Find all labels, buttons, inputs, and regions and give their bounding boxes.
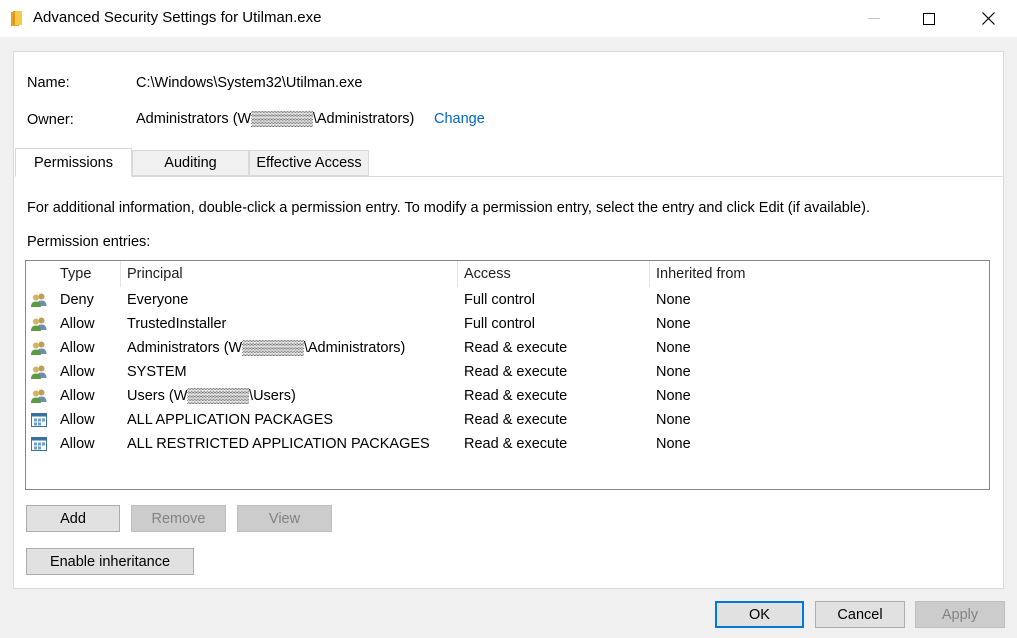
app-package-icon bbox=[30, 412, 48, 428]
inherited-from-cell: None bbox=[656, 412, 691, 428]
table-row[interactable]: Allow Administrators (W▒▒▒▒▒▒\Administrat… bbox=[26, 336, 989, 360]
column-header-type[interactable]: Type bbox=[60, 261, 91, 287]
user-group-icon bbox=[30, 388, 48, 404]
type-cell: Allow bbox=[60, 436, 95, 452]
column-separator[interactable] bbox=[457, 261, 458, 287]
type-cell: Deny bbox=[60, 292, 94, 308]
window-title: Advanced Security Settings for Utilman.e… bbox=[33, 9, 322, 26]
remove-button[interactable]: Remove bbox=[131, 505, 226, 532]
principal-cell: SYSTEM bbox=[127, 364, 187, 380]
inherited-from-cell: None bbox=[656, 340, 691, 356]
enable-inheritance-button[interactable]: Enable inheritance bbox=[26, 548, 194, 575]
inherited-from-cell: None bbox=[656, 388, 691, 404]
column-separator[interactable] bbox=[120, 261, 121, 287]
close-button[interactable] bbox=[959, 0, 1017, 37]
minimize-button[interactable] bbox=[845, 0, 903, 37]
principal-cell: ALL RESTRICTED APPLICATION PACKAGES bbox=[127, 436, 430, 452]
tab-auditing[interactable]: Auditing bbox=[132, 150, 249, 176]
column-separator[interactable] bbox=[649, 261, 650, 287]
title-bar: Advanced Security Settings for Utilman.e… bbox=[0, 0, 1017, 37]
tab-divider bbox=[132, 176, 1004, 177]
cancel-button[interactable]: Cancel bbox=[815, 601, 905, 628]
inherited-from-cell: None bbox=[656, 436, 691, 452]
table-row[interactable]: Allow Users (W▒▒▒▒▒▒\Users) Read & execute… bbox=[26, 384, 989, 408]
view-button[interactable]: View bbox=[237, 505, 332, 532]
user-group-icon bbox=[30, 316, 48, 332]
add-button[interactable]: Add bbox=[26, 505, 120, 532]
permission-entries-label: Permission entries: bbox=[27, 234, 151, 250]
app-package-icon bbox=[30, 436, 48, 452]
tab-permissions[interactable]: Permissions bbox=[15, 148, 132, 177]
type-cell: Allow bbox=[60, 316, 95, 332]
access-cell: Full control bbox=[464, 316, 535, 332]
principal-cell: ALL APPLICATION PACKAGES bbox=[127, 412, 334, 428]
user-group-icon bbox=[30, 292, 48, 308]
principal-cell: TrustedInstaller bbox=[127, 316, 227, 332]
table-row[interactable]: Deny Everyone Full control None bbox=[26, 288, 989, 312]
tab-effective-access[interactable]: Effective Access bbox=[249, 150, 369, 176]
owner-label: Owner: bbox=[27, 112, 74, 128]
access-cell: Read & execute bbox=[464, 340, 568, 356]
change-owner-link[interactable]: Change bbox=[434, 111, 485, 127]
type-cell: Allow bbox=[60, 388, 95, 404]
column-header-inherited-from[interactable]: Inherited from bbox=[656, 261, 745, 287]
table-row[interactable]: Allow ALL APPLICATION PACKAGES Read & exec… bbox=[26, 408, 989, 432]
column-header-access[interactable]: Access bbox=[464, 261, 511, 287]
folder-icon bbox=[11, 11, 22, 26]
type-cell: Allow bbox=[60, 340, 95, 356]
owner-value: Administrators (W▒▒▒▒▒▒\Administrators) bbox=[136, 111, 415, 127]
minimize-icon bbox=[868, 17, 880, 19]
maximize-button[interactable] bbox=[900, 0, 958, 37]
access-cell: Full control bbox=[464, 292, 535, 308]
inherited-from-cell: None bbox=[656, 292, 691, 308]
principal-cell: Users (W▒▒▒▒▒▒\Users) bbox=[127, 388, 296, 404]
access-cell: Read & execute bbox=[464, 388, 568, 404]
table-row[interactable]: Allow TrustedInstaller Full control None bbox=[26, 312, 989, 336]
access-cell: Read & execute bbox=[464, 364, 568, 380]
permission-entries-list[interactable]: Type Principal Access Inherited from Den… bbox=[25, 260, 990, 490]
principal-cell: Administrators (W▒▒▒▒▒▒\Administrators) bbox=[127, 340, 406, 356]
name-value: C:\Windows\System32\Utilman.exe bbox=[136, 75, 363, 91]
info-text: For additional information, double-click… bbox=[27, 200, 870, 216]
access-cell: Read & execute bbox=[464, 436, 568, 452]
maximize-icon bbox=[923, 12, 935, 25]
inherited-from-cell: None bbox=[656, 316, 691, 332]
name-label: Name: bbox=[27, 75, 70, 91]
type-cell: Allow bbox=[60, 364, 95, 380]
apply-button[interactable]: Apply bbox=[915, 601, 1005, 628]
table-row[interactable]: Allow ALL RESTRICTED APPLICATION PACKAGES… bbox=[26, 432, 989, 456]
inherited-from-cell: None bbox=[656, 364, 691, 380]
user-group-icon bbox=[30, 340, 48, 356]
type-cell: Allow bbox=[60, 412, 95, 428]
access-cell: Read & execute bbox=[464, 412, 568, 428]
close-icon bbox=[981, 12, 995, 25]
principal-cell: Everyone bbox=[127, 292, 189, 308]
column-header-principal[interactable]: Principal bbox=[127, 261, 183, 287]
user-group-icon bbox=[30, 364, 48, 380]
table-row[interactable]: Allow SYSTEM Read & execute None bbox=[26, 360, 989, 384]
ok-button[interactable]: OK bbox=[715, 601, 804, 628]
